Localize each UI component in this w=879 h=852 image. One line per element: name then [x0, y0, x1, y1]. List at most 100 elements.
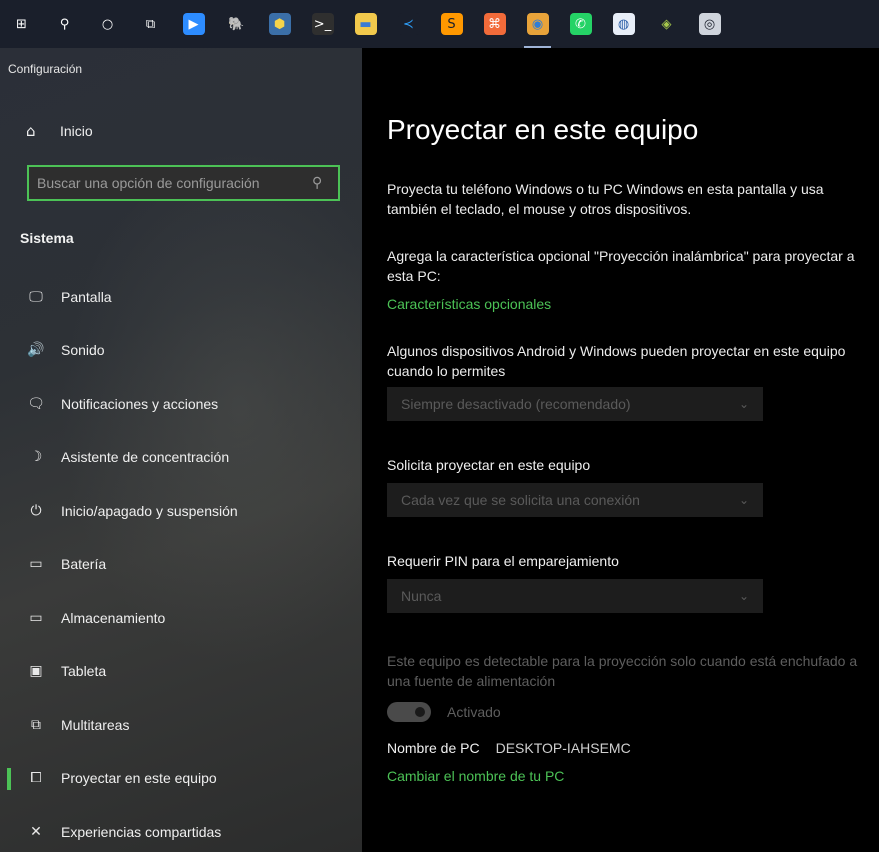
sidebar-item-label: Almacenamiento: [61, 609, 166, 626]
sidebar-item-label: Asistente de concentración: [61, 449, 230, 466]
pc-name-label: Nombre de PC: [387, 740, 480, 756]
cortana-icon: ○: [101, 16, 114, 32]
taskbar-vscode-button[interactable]: ≺: [387, 0, 430, 48]
app-square-icon: ◎: [698, 13, 721, 35]
chevron-down-icon: ⌄: [738, 493, 749, 507]
detectable-text: Este equipo es detectable para la proyec…: [387, 653, 858, 689]
section-heading: Sistema: [20, 230, 74, 246]
power-toggle[interactable]: [387, 702, 431, 722]
sidebar-item-label: Notificaciones y acciones: [61, 395, 219, 412]
xampp-icon: ⌘: [483, 13, 506, 35]
multitasking-icon: ⧉: [31, 716, 41, 733]
storage-icon: ▭: [29, 609, 43, 626]
taskbar-zoom-button[interactable]: ▶: [172, 0, 215, 48]
optional-feature-text: Agrega la característica opcional "Proye…: [387, 248, 855, 284]
power-icon: ⏻: [30, 502, 42, 519]
pc-name-row: Nombre de PC DESKTOP-IAHSEMC: [387, 740, 631, 756]
sidebar-item[interactable]: 🖵 Pantalla: [0, 270, 362, 324]
sidebar-item-label: Proyectar en este equipo: [61, 770, 217, 787]
tablet-icon: ▣: [29, 663, 43, 680]
taskbar-app-square-button[interactable]: ◎: [688, 0, 731, 48]
task-view-icon: ⧉: [145, 16, 156, 32]
dropdown-value: Nunca: [401, 588, 442, 604]
sidebar-item-label: Multitareas: [61, 716, 130, 733]
toggle-knob: [415, 707, 425, 717]
sidebar-item[interactable]: ✕ Experiencias compartidas: [0, 805, 362, 852]
taskbar-xampp-button[interactable]: ⌘: [473, 0, 516, 48]
sidebar-item-label: Inicio/apagado y suspensión: [61, 502, 238, 519]
chrome-icon: ◉: [526, 13, 549, 35]
file-explorer-icon: ▬: [354, 13, 377, 35]
pc-name-value: DESKTOP-IAHSEMC: [495, 740, 631, 756]
sidebar-item-label: Tableta: [61, 663, 107, 680]
sublime-text-icon: S: [440, 13, 463, 35]
sidebar-item[interactable]: ▭ Batería: [0, 538, 362, 592]
chevron-down-icon: ⌄: [738, 589, 749, 603]
taskbar-terminal-button[interactable]: >_: [301, 0, 344, 48]
sidebar-item[interactable]: 🗨 Notificaciones y acciones: [0, 377, 362, 431]
sidebar-nav: 🖵 Pantalla 🔊 Sonido 🗨 Notificaciones y accion…: [0, 270, 362, 852]
whatsapp-icon: ✆: [569, 13, 592, 35]
taskbar-chrome-button[interactable]: ◉: [516, 0, 559, 48]
taskbar: ⊞ ⚲ ○ ⧉ ▶ 🐘 ⬢ >_ ▬ ≺ S ⌘ ◉ ✆ ◍ ◈ ◎: [0, 0, 879, 48]
dropdown-value: Cada vez que se solicita una conexión: [401, 492, 640, 508]
search-icon: ⚲: [59, 16, 70, 32]
sidebar-item[interactable]: ▣ Tableta: [0, 645, 362, 699]
pgadmin-elephant-icon: 🐘: [228, 16, 245, 32]
search-box[interactable]: ⚲: [27, 165, 340, 201]
sidebar-item-label: Pantalla: [61, 288, 112, 305]
home-label: Inicio: [60, 123, 93, 139]
pin-dropdown[interactable]: Nunca ⌄: [387, 579, 763, 613]
app-title: Configuración: [8, 62, 83, 76]
taskbar-file-explorer-button[interactable]: ▬: [344, 0, 387, 48]
sidebar-item-label: Experiencias compartidas: [61, 823, 222, 840]
zoom-icon: ▶: [182, 13, 205, 35]
taskbar-search-button[interactable]: ⚲: [43, 0, 86, 48]
app-round-icon: ◍: [612, 13, 635, 35]
toggle-label: Activado: [447, 704, 501, 720]
speaker-icon: 🔊: [27, 342, 45, 359]
taskbar-paint-button[interactable]: ◈: [645, 0, 688, 48]
dropdown-value: Siempre desactivado (recomendado): [401, 396, 631, 412]
taskbar-cortana-button[interactable]: ○: [86, 0, 129, 48]
taskbar-app-round-button[interactable]: ◍: [602, 0, 645, 48]
rename-pc-link[interactable]: Cambiar el nombre de tu PC: [387, 768, 564, 784]
sidebar-item[interactable]: ▭ Almacenamiento: [0, 591, 362, 645]
page-title: Proyectar en este equipo: [387, 114, 699, 145]
pin-label: Requerir PIN para el emparejamiento: [387, 553, 619, 569]
sidebar-item[interactable]: ⏻ Inicio/apagado y suspensión: [0, 484, 362, 538]
terminal-icon: >_: [311, 13, 334, 35]
taskbar-python-button[interactable]: ⬢: [258, 0, 301, 48]
taskbar-whatsapp-button[interactable]: ✆: [559, 0, 602, 48]
sidebar-item[interactable]: 🔊 Sonido: [0, 324, 362, 378]
sidebar-item[interactable]: ⧠ Proyectar en este equipo: [0, 752, 362, 806]
monitor-icon: 🖵: [29, 288, 43, 305]
taskbar-task-view-button[interactable]: ⧉: [129, 0, 172, 48]
request-dropdown[interactable]: Cada vez que se solicita una conexión ⌄: [387, 483, 763, 517]
projection-availability-dropdown[interactable]: Siempre desactivado (recomendado) ⌄: [387, 387, 763, 421]
moon-icon: ☽: [29, 449, 43, 466]
main-panel: Proyectar en este equipo Proyecta tu tel…: [362, 48, 879, 852]
sidebar-item-label: Sonido: [61, 342, 105, 359]
sidebar-item[interactable]: ⧉ Multitareas: [0, 698, 362, 752]
taskbar-windows-start-button[interactable]: ⊞: [0, 0, 43, 48]
search-icon[interactable]: ⚲: [312, 175, 338, 191]
home-icon: ⌂: [26, 122, 36, 140]
intro-text: Proyecta tu teléfono Windows o tu PC Win…: [387, 181, 824, 217]
home-link[interactable]: ⌂ Inicio: [26, 122, 93, 140]
chevron-down-icon: ⌄: [738, 397, 749, 411]
taskbar-pgadmin-elephant-button[interactable]: 🐘: [215, 0, 258, 48]
paint-icon: ◈: [661, 16, 672, 32]
notification-icon: 🗨: [27, 395, 45, 412]
settings-sidebar: Configuración ⌂ Inicio ⚲ Sistema 🖵 Pantal…: [0, 48, 362, 852]
sidebar-item[interactable]: ☽ Asistente de concentración: [0, 431, 362, 485]
taskbar-sublime-text-button[interactable]: S: [430, 0, 473, 48]
python-icon: ⬢: [268, 13, 291, 35]
devices-text: Algunos dispositivos Android y Windows p…: [387, 343, 846, 379]
vscode-icon: ≺: [397, 13, 420, 35]
battery-icon: ▭: [29, 556, 43, 573]
search-input[interactable]: [29, 174, 312, 192]
request-label: Solicita proyectar en este equipo: [387, 457, 591, 473]
optional-features-link[interactable]: Características opcionales: [387, 296, 551, 312]
power-toggle-row: Activado: [387, 702, 501, 722]
